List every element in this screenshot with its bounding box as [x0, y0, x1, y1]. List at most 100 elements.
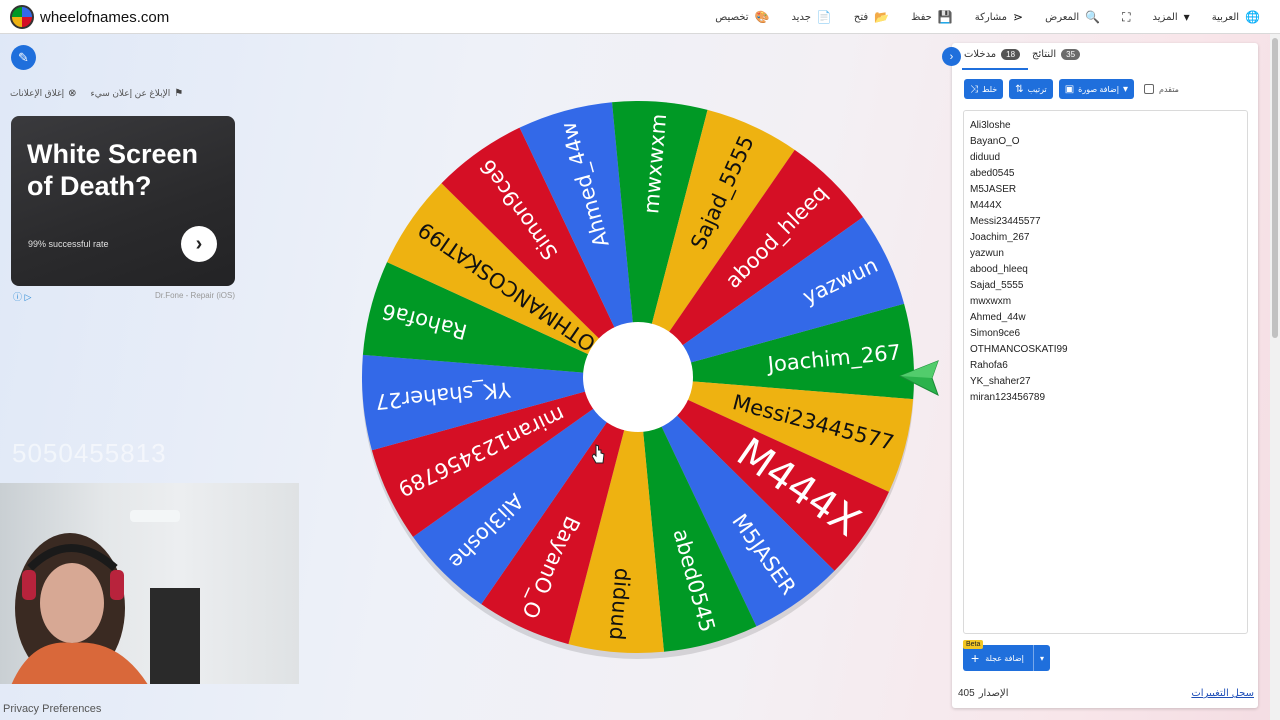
entries-textarea[interactable]: Ali3loshe BayanO_Odiduud abed0545 M5JASER M4…: [963, 110, 1248, 634]
menu-share[interactable]: ⋖ مشاركة: [975, 10, 1023, 24]
adchoices-icon[interactable]: ⓘ ▷: [13, 290, 31, 303]
share-icon: ⋖: [1013, 10, 1024, 24]
menu-new[interactable]: 📄 جديد: [791, 10, 831, 24]
scrollbar-thumb[interactable]: [1272, 38, 1278, 338]
entry-line: OTHMANCOSKATI99: [970, 344, 1068, 355]
fullscreen-icon: ⛶: [1122, 9, 1131, 24]
menu-customize[interactable]: 🎨 تخصيص: [715, 10, 769, 24]
tab-results[interactable]: النتائج 35: [1032, 49, 1081, 60]
entry-line: diduud: [970, 152, 1001, 163]
ad-source: Dr.Fone - Repair (iOS): [154, 291, 235, 300]
ad-title: White Screen of Death?: [27, 139, 199, 201]
spin-wheel[interactable]: Joachim_267Messi23445577M444XM5JASERabed…: [361, 100, 916, 660]
entry-line: BayanO_O: [970, 136, 1020, 147]
palette-icon: 🎨: [754, 10, 770, 24]
close-ads-link[interactable]: ⊗ إغلاق الإعلانات: [10, 88, 77, 99]
collapse-panel-button[interactable]: ›: [942, 47, 961, 66]
shuffle-button[interactable]: ⤨ خلط: [964, 79, 1004, 99]
advanced-toggle[interactable]: متقدم: [1144, 84, 1179, 94]
caret-down-icon: ▾: [1122, 83, 1128, 95]
menu-save[interactable]: 💾 حفظ: [911, 10, 953, 24]
version-number: 405: [958, 688, 975, 699]
menu-new-label: جديد: [791, 11, 811, 23]
menu-share-label: مشاركة: [974, 11, 1008, 23]
entries-toolbar: ⤨ خلط ⇅ ترتيب ▣ إضافة صورة ▾: [964, 79, 1134, 99]
sort-button[interactable]: ⇅ ترتيب: [1009, 79, 1053, 99]
menu-customize-label: تخصيص: [715, 11, 749, 23]
brand[interactable]: wheelofnames.com: [10, 5, 169, 29]
add-wheel-dropdown[interactable]: ▾: [1033, 645, 1050, 671]
version-label: الإصدار: [978, 688, 1009, 699]
wheel-center-hub[interactable]: [583, 322, 693, 432]
entry-line: M5JASER: [970, 184, 1017, 195]
entries-list: Ali3loshe BayanO_Odiduud abed0545 M5JASER M4…: [970, 118, 1241, 406]
overlay-text: 5050455813: [12, 438, 167, 468]
results-count-badge: 35: [1061, 49, 1081, 60]
ad-arrow-button[interactable]: ›: [181, 226, 217, 262]
close-ads-label: إغلاق الإعلانات: [10, 88, 65, 98]
ad-banner[interactable]: White Screen of Death? 99% successful ra…: [11, 116, 235, 286]
add-image-button[interactable]: ▣ إضافة صورة ▾: [1058, 79, 1134, 99]
menu-gallery-label: المعرض: [1045, 11, 1080, 23]
wheel-logo-icon: [10, 5, 34, 29]
tab-entries-label: مدخلات: [964, 49, 997, 60]
chevron-right-icon: ›: [195, 232, 203, 255]
flag-icon: ⚑: [174, 88, 184, 99]
entry-line: abood_hleeq: [970, 264, 1028, 275]
entry-line: Sajad_5555: [970, 280, 1024, 291]
tab-entries[interactable]: مدخلات 18: [964, 49, 1021, 60]
shuffle-icon: ⤨: [970, 83, 978, 95]
menu-language[interactable]: 🌐 العربية: [1212, 10, 1260, 24]
top-menu: 🌐 العربية ▾ المزيد ⛶ 🔍 المعرض ⋖ مشاركة 💾 حفظ 📂 فتح 📄 ج…: [715, 0, 1260, 34]
shuffle-label: خلط: [982, 84, 998, 94]
active-tab-indicator: [962, 68, 1028, 70]
globe-icon: 🌐: [1245, 10, 1260, 24]
folder-icon: 📂: [874, 10, 890, 24]
entry-line: Simon9ce6: [970, 328, 1021, 339]
menu-gallery[interactable]: 🔍 المعرض: [1045, 10, 1100, 24]
file-icon: 📄: [816, 10, 832, 24]
advanced-checkbox[interactable]: [1144, 84, 1154, 94]
menu-more-label: المزيد: [1152, 11, 1178, 23]
caret-down-icon: ▾: [1039, 653, 1044, 663]
entry-line: Joachim_267: [970, 232, 1030, 243]
changelog-link[interactable]: سجل التغييرات: [1191, 688, 1254, 699]
entry-line: Ali3loshe: [970, 120, 1011, 131]
menu-more[interactable]: ▾ المزيد: [1153, 10, 1190, 24]
ad-subtitle: 99% successful rate: [28, 239, 109, 249]
entry-line: M444X: [970, 200, 1002, 211]
sort-icon: ⇅: [1015, 83, 1024, 95]
menu-language-label: العربية: [1211, 11, 1240, 23]
entry-line: YK_shaher27: [970, 376, 1031, 387]
menu-fullscreen[interactable]: ⛶: [1122, 10, 1130, 25]
menu-open[interactable]: 📂 فتح: [854, 10, 889, 24]
image-icon: ▣: [1064, 83, 1075, 95]
streamer-image: [11, 510, 200, 684]
advanced-label: متقدم: [1159, 84, 1179, 94]
sort-label: ترتيب: [1027, 84, 1047, 94]
entry-line: Messi23445577: [970, 216, 1041, 227]
privacy-preferences-link[interactable]: Privacy Preferences: [3, 703, 101, 715]
entry-line: Rahofa6: [970, 360, 1008, 371]
ad-controls: ⚑ الإبلاغ عن إعلان سيء ⊗ إغلاق الإعلانات: [10, 88, 183, 99]
entry-line: miran123456789: [970, 392, 1046, 403]
wheel-pointer-icon: [898, 360, 939, 397]
page-scrollbar[interactable]: [1270, 34, 1280, 720]
edit-button[interactable]: ✎: [11, 45, 36, 70]
site-name: wheelofnames.com: [40, 8, 170, 26]
add-wheel-label: إضافة عجلة: [985, 653, 1024, 663]
caret-down-icon: ▾: [1183, 10, 1190, 24]
report-ad-link[interactable]: ⚑ الإبلاغ عن إعلان سيء: [91, 88, 184, 99]
search-icon: 🔍: [1085, 10, 1101, 24]
menu-open-label: فتح: [853, 11, 869, 23]
plus-icon: +: [971, 650, 980, 666]
entry-line: yazwun: [970, 248, 1004, 259]
add-image-label: إضافة صورة: [1078, 84, 1119, 94]
entry-line: abed0545: [970, 168, 1015, 179]
entries-panel: › مدخلات 18 النتائج 35 ⤨ خلط ⇅ ترتيب ▣ إ…: [942, 43, 1258, 708]
entry-line: mwxwxm: [970, 296, 1012, 307]
chevron-right-icon: ›: [949, 50, 954, 63]
pencil-icon: ✎: [18, 49, 29, 65]
mouse-cursor-icon: [592, 444, 605, 464]
ad-footer: ⓘ ▷ Dr.Fone - Repair (iOS): [11, 290, 235, 302]
